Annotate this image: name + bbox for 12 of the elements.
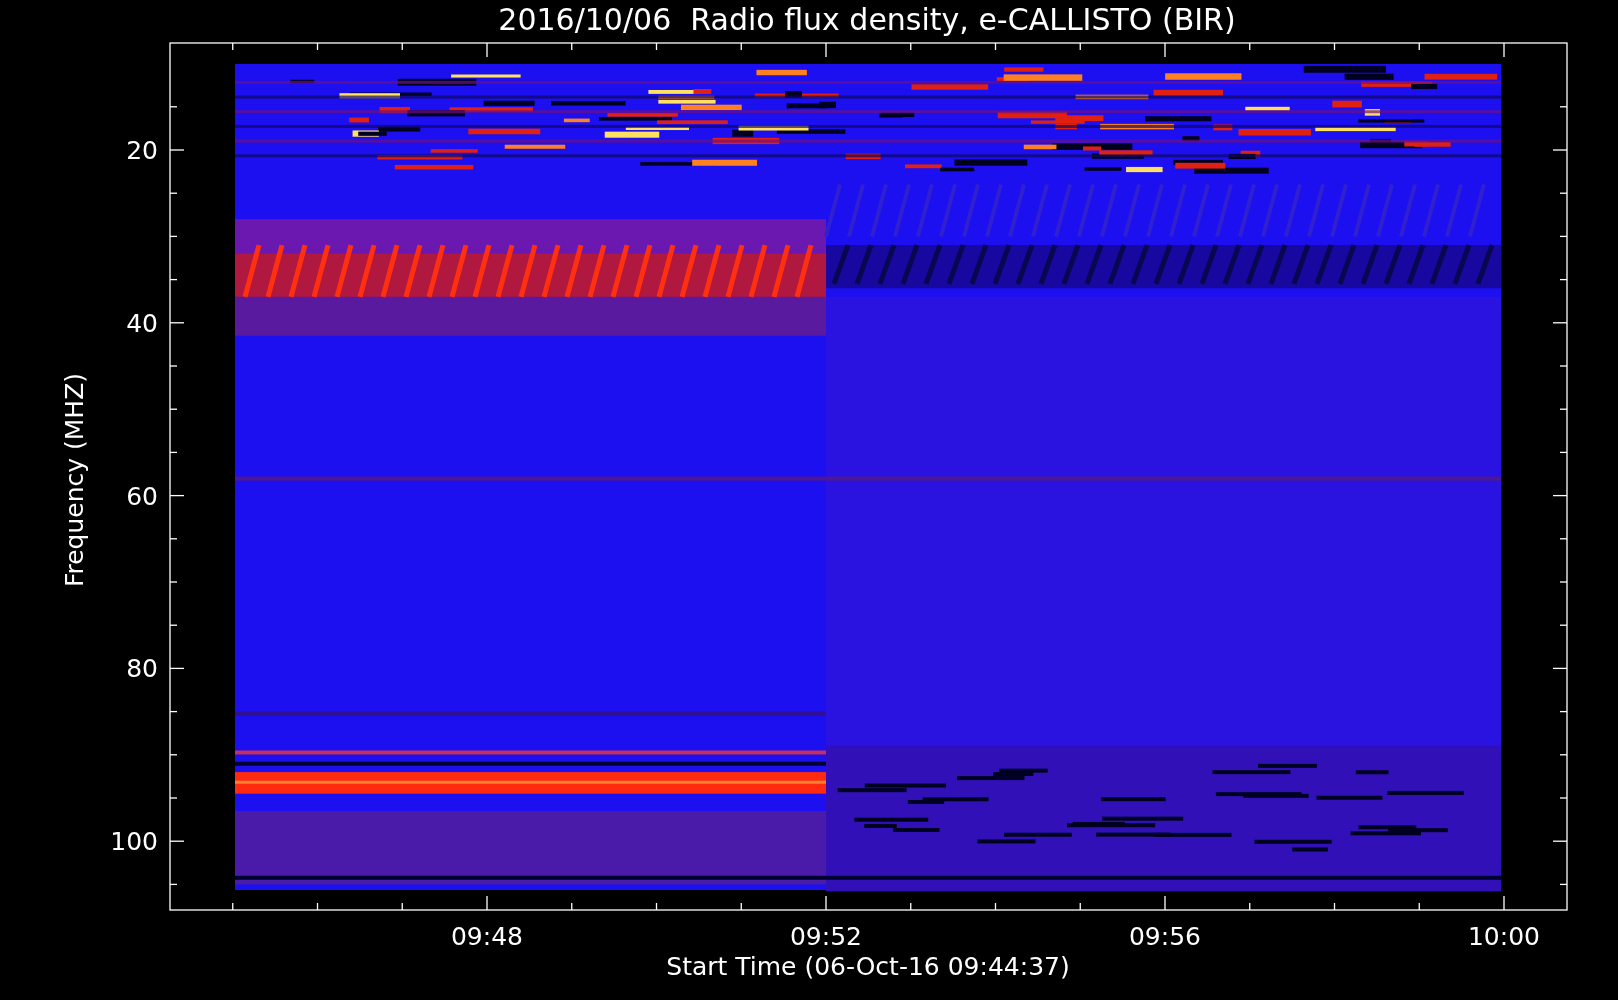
y-tick-label: 20 xyxy=(126,136,158,165)
x-tick-label: 10:00 xyxy=(1468,922,1540,951)
x-tick-label: 09:48 xyxy=(451,922,523,951)
y-tick-label: 100 xyxy=(110,827,158,857)
x-tick-label: 09:52 xyxy=(790,922,862,951)
y-axis-label: Frequency (MHZ) xyxy=(60,372,89,588)
x-axis-label: Start Time (06-Oct-16 09:44:37) xyxy=(666,952,1070,981)
y-tick-label: 60 xyxy=(126,481,158,511)
x-tick-label: 09:56 xyxy=(1129,922,1201,951)
plot-title: 2016/10/06 Radio flux density, e-CALLISTO (BIR) xyxy=(498,2,1236,37)
y-tick-label: 80 xyxy=(126,654,158,684)
y-tick-label: 40 xyxy=(126,308,158,338)
